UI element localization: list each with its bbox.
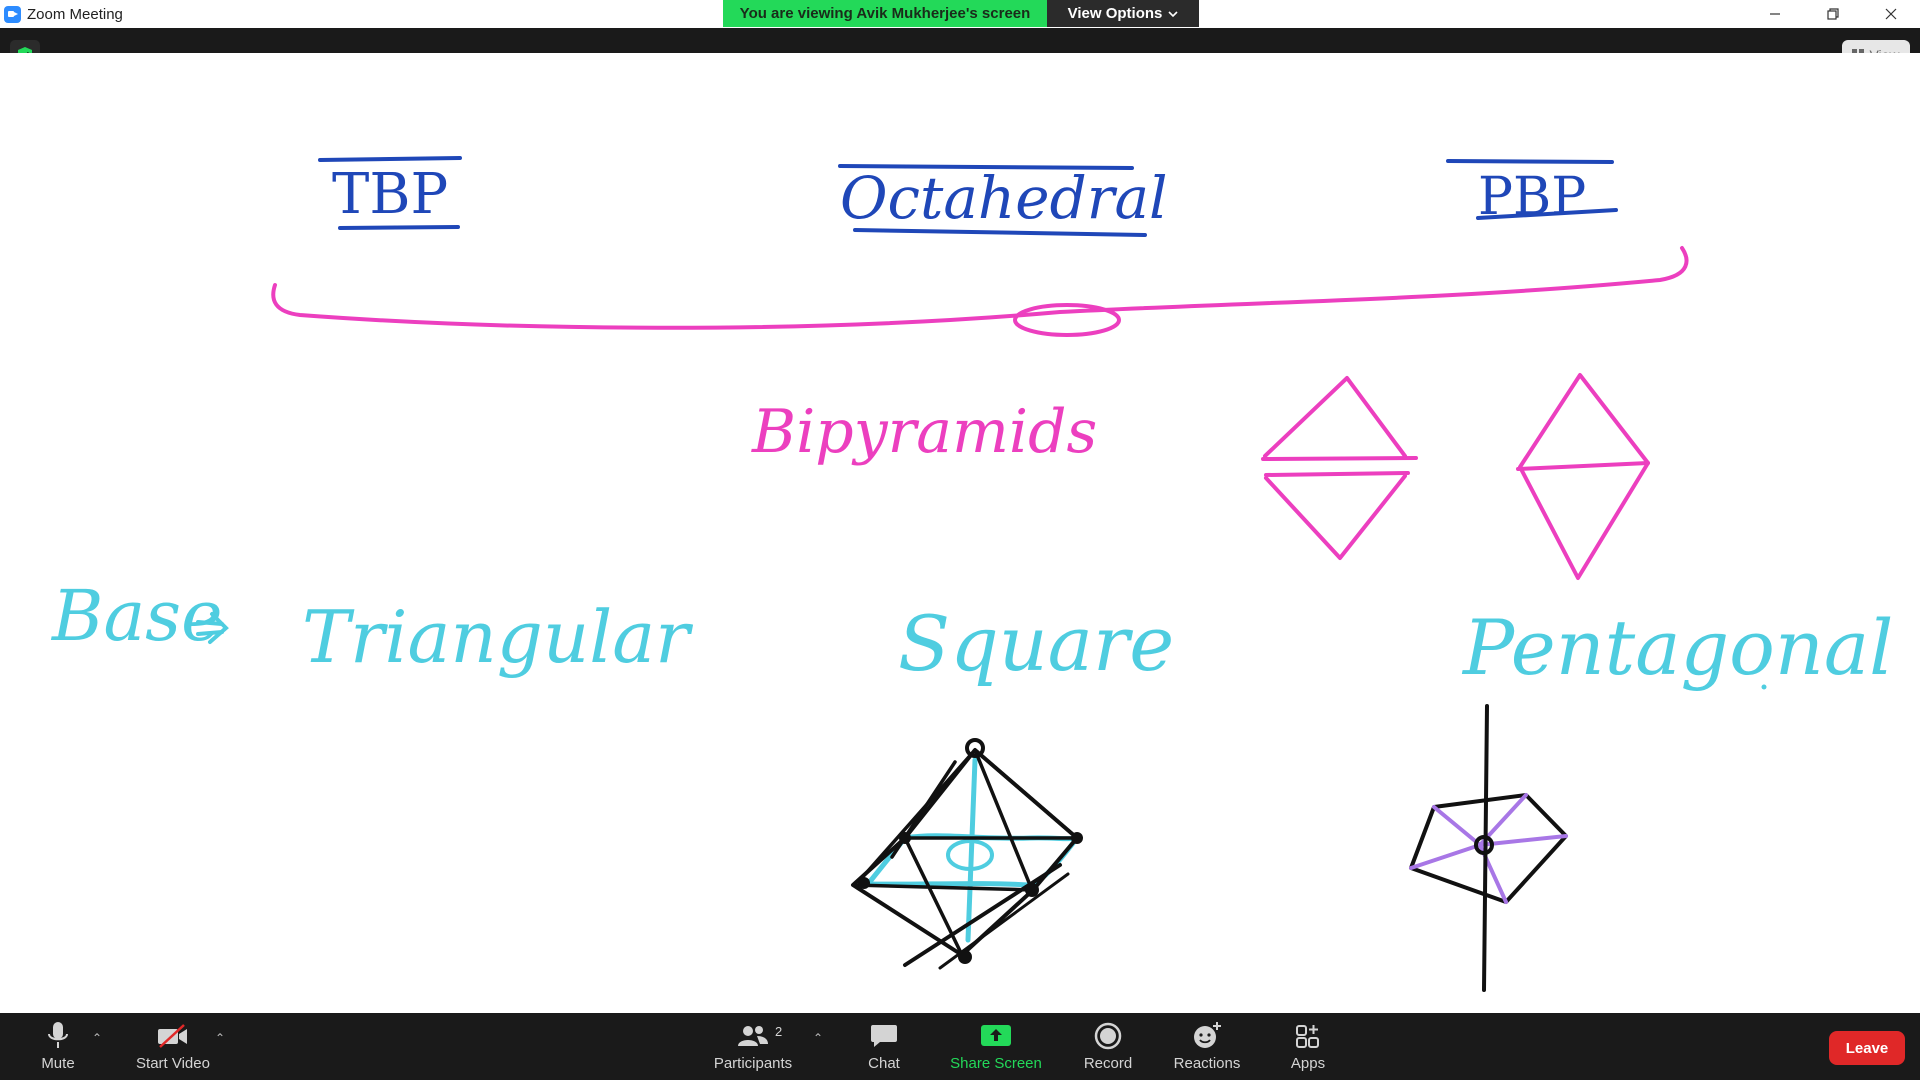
reactions-label: Reactions [1173,1055,1241,1072]
base-label: Base [50,575,223,657]
start-video-button[interactable]: Start Video [133,1019,213,1075]
mute-button[interactable]: Mute [36,1019,80,1075]
apps-icon [1296,1025,1319,1048]
reactions-icon [1194,1022,1221,1048]
pentagonal-label: Pentagonal [1461,603,1893,692]
reactions-button[interactable]: Reactions [1174,1019,1240,1075]
close-button[interactable] [1862,0,1920,28]
chat-label: Chat [868,1055,900,1072]
share-screen-icon [981,1025,1011,1046]
tbp-sketch [1261,376,1418,560]
record-button[interactable]: Record [1083,1019,1133,1075]
apps-button[interactable]: Apps [1290,1019,1326,1075]
leave-button[interactable]: Leave [1829,1031,1905,1065]
heading-octahedral-text: Octahedral [840,164,1168,232]
heading-octahedral: Octahedral [838,164,1168,237]
meeting-controls-toolbar: Mute ⌃ Start Video ⌃ Participants 2 ⌃ Ch… [0,1013,1920,1080]
share-screen-button[interactable]: Share Screen [950,1019,1042,1075]
minimize-button[interactable] [1746,0,1804,28]
participants-options-chevron-icon[interactable]: ⌃ [813,1031,823,1045]
zoom-app-icon [4,6,21,23]
chat-button[interactable]: Chat [868,1019,900,1075]
record-icon [1094,1022,1122,1050]
square-label: Square [898,599,1174,688]
window-controls [1746,0,1920,28]
heading-tbp-text: TBP [332,162,448,227]
shared-screen-whiteboard: TBP Octahedral PBP Bipyramids Base Trian… [0,53,1920,1013]
chevron-down-icon [1168,10,1178,17]
start-video-label: Start Video [136,1055,210,1072]
close-icon [1885,8,1897,20]
audio-options-chevron-icon[interactable]: ⌃ [92,1031,102,1045]
record-label: Record [1083,1055,1133,1072]
microphone-icon [48,1022,68,1048]
restore-icon [1827,8,1839,20]
restore-button[interactable] [1804,0,1862,28]
participants-label: Participants [713,1055,793,1072]
window-title: Zoom Meeting [27,6,123,23]
viewing-screen-text: You are viewing Avik Mukherjee's screen [723,0,1047,27]
participants-icon [738,1026,768,1046]
pink-brace [271,246,1689,337]
octahedron-sketch [851,738,1083,970]
video-options-chevron-icon[interactable]: ⌃ [215,1031,225,1045]
bipyramids-label: Bipyramids [751,397,1097,467]
screen-share-banner: You are viewing Avik Mukherjee's screen … [723,0,1199,27]
pentagonal-bipyramid-sketch [1409,704,1568,992]
chat-icon [871,1025,897,1047]
heading-tbp: TBP [318,156,462,230]
view-options-label: View Options [1067,5,1163,22]
apps-label: Apps [1290,1055,1326,1072]
triangular-label: Triangular [302,595,693,679]
whiteboard-drawing: TBP Octahedral PBP Bipyramids Base Trian… [50,156,1893,992]
pbp-sketch [1516,373,1650,580]
view-options-button[interactable]: View Options [1047,0,1199,27]
meeting-header-bar [0,28,1920,53]
share-screen-label: Share Screen [950,1055,1042,1072]
participants-count-badge: 2 [775,1024,783,1039]
heading-pbp: PBP [1446,159,1618,227]
mute-label: Mute [41,1055,75,1072]
video-off-icon [158,1024,187,1048]
minimize-icon [1770,13,1780,15]
